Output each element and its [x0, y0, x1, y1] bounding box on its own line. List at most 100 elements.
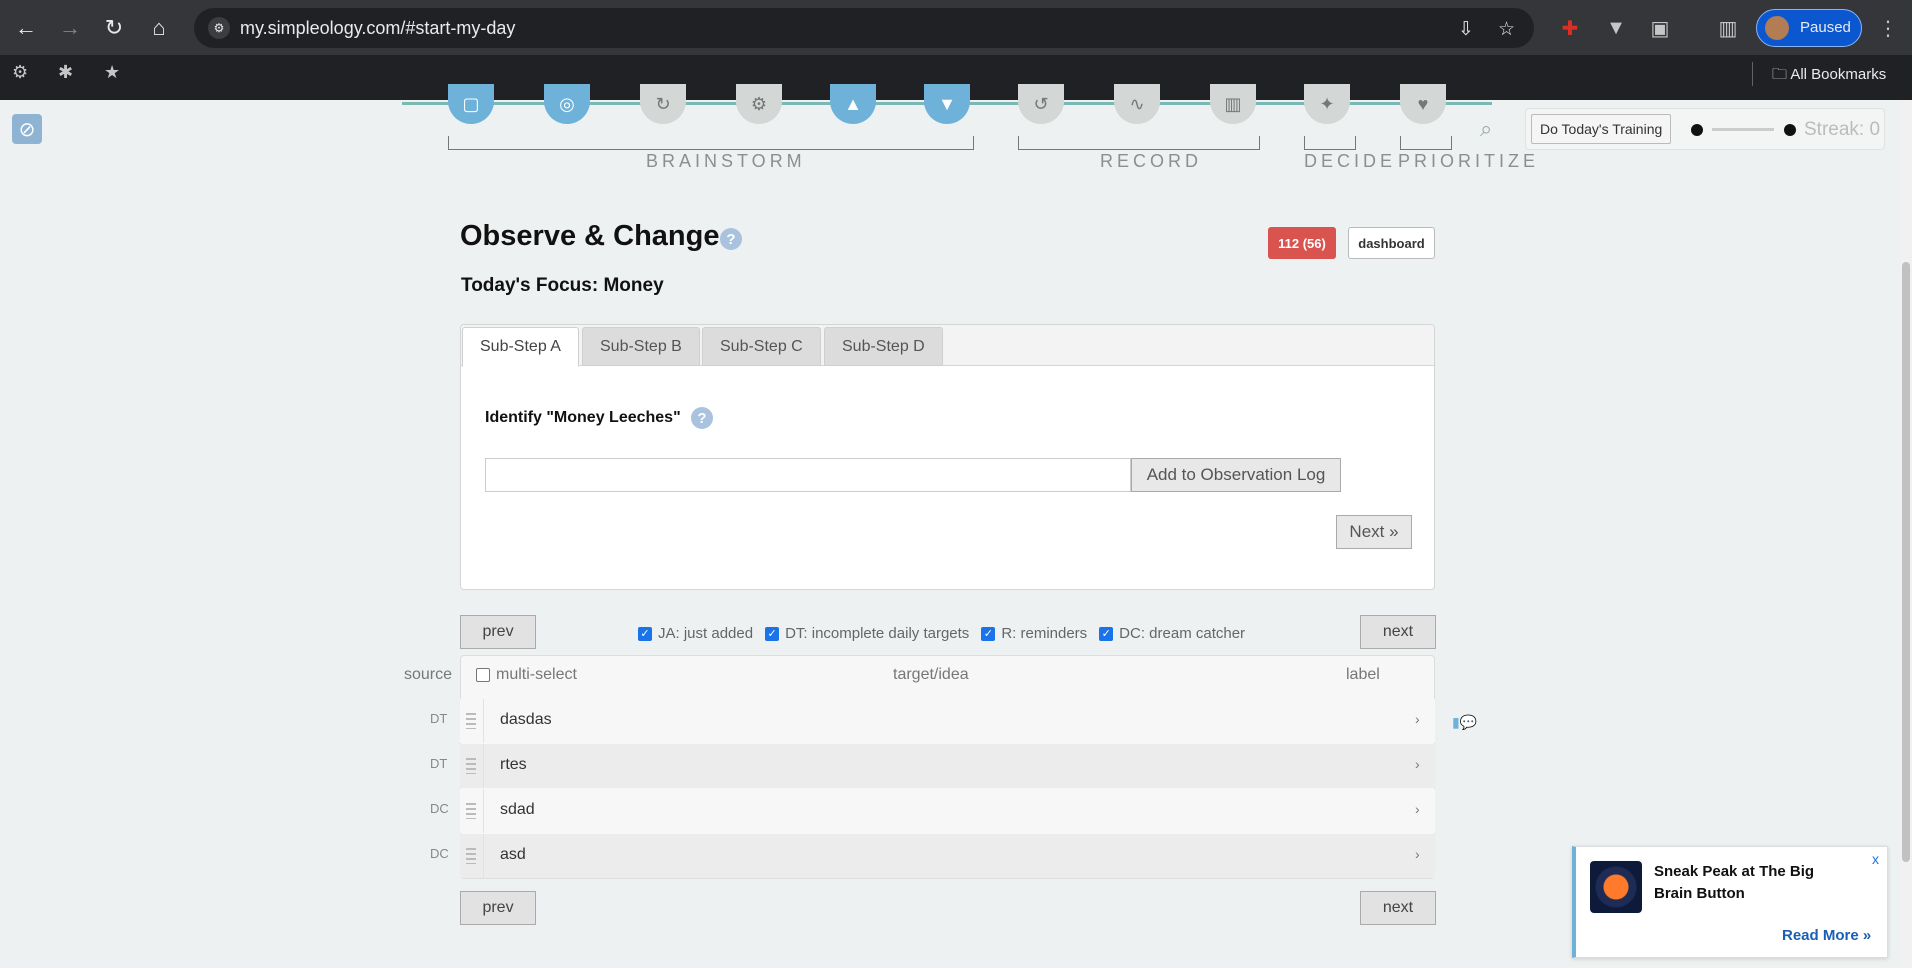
prev-button-top[interactable]: prev [460, 615, 536, 649]
home-icon[interactable]: ⌂ [143, 12, 175, 44]
extension-cross-icon[interactable]: ✚ [1556, 14, 1584, 42]
stage-prioritize[interactable]: PRIORITIZE [1398, 151, 1539, 172]
stage-decide[interactable]: DECIDE [1304, 151, 1396, 172]
step-heading: Identify "Money Leeches" [485, 409, 681, 426]
all-bookmarks-label: All Bookmarks [1790, 66, 1887, 83]
row-source: DC [430, 801, 449, 816]
install-icon[interactable]: ⇩ [1458, 18, 1474, 41]
column-label: label [1346, 666, 1380, 683]
chevron-right-icon[interactable]: › [1415, 846, 1420, 862]
column-source: source [404, 666, 453, 683]
star-icon[interactable]: ☆ [1498, 18, 1515, 41]
step-help-icon[interactable]: ? [691, 407, 713, 429]
extensions-puzzle-icon[interactable]: ▣ [1646, 14, 1674, 42]
streak-label: Streak: 0 [1804, 119, 1881, 140]
forward-icon[interactable]: → [54, 12, 86, 44]
extension-v-icon[interactable]: ▼ [1602, 14, 1630, 42]
dashboard-button[interactable]: dashboard [1348, 227, 1435, 259]
row-divider [483, 834, 484, 878]
drag-handle-icon[interactable] [466, 758, 476, 774]
decide-bracket [1304, 136, 1356, 150]
chevron-right-icon[interactable]: › [1415, 801, 1420, 817]
side-panel-icon[interactable]: ▥ [1714, 14, 1742, 42]
checkbox-ja-icon[interactable]: ✓ [638, 626, 652, 641]
next-button-bottom[interactable]: next [1360, 891, 1436, 925]
record-bracket [1018, 136, 1260, 150]
row-text[interactable]: sdad [500, 801, 535, 819]
do-training-button[interactable]: Do Today's Training [1531, 114, 1672, 144]
profile-label: Paused [1800, 19, 1851, 36]
next-step-button[interactable]: Next » [1336, 515, 1412, 549]
row-text[interactable]: rtes [500, 756, 527, 774]
tab-substep-b[interactable]: Sub-Step B [582, 327, 700, 366]
observation-input[interactable] [485, 458, 1131, 492]
filter-ja[interactable]: ✓ JA: just added [638, 625, 753, 642]
tab-substep-a[interactable]: Sub-Step A [462, 327, 579, 367]
menu-icon[interactable]: ⋮ [1874, 14, 1902, 42]
table-row[interactable]: sdad › [460, 789, 1435, 833]
table-row[interactable]: dasdas › [460, 699, 1435, 743]
checkbox-r-icon[interactable]: ✓ [981, 626, 996, 641]
search-icon[interactable]: ⌕ [1480, 116, 1492, 142]
column-multiselect: multi-select [496, 666, 577, 683]
filter-dc-label: DC: dream catcher [1119, 625, 1246, 642]
row-text[interactable]: dasdas [500, 711, 552, 729]
reload-icon[interactable]: ↻ [98, 12, 130, 44]
browser-toolbar: ← → ↻ ⌂ ⚙ my.simpleology.com/#start-my-d… [0, 0, 1912, 55]
prev-button-bottom[interactable]: prev [460, 891, 536, 925]
table-row[interactable]: asd › [460, 834, 1435, 878]
add-to-log-button[interactable]: Add to Observation Log [1131, 458, 1341, 492]
filter-r-label: R: reminders [1001, 625, 1088, 642]
drag-handle-icon[interactable] [466, 848, 476, 864]
multi-select-header[interactable]: multi-select [476, 666, 577, 684]
bookmark-star-icon[interactable]: ★ [104, 62, 120, 83]
drag-handle-icon[interactable] [466, 713, 476, 729]
brainstorm-bracket [448, 136, 974, 150]
streak-track [1712, 128, 1774, 131]
tab-substep-d[interactable]: Sub-Step D [824, 327, 943, 366]
filter-dt[interactable]: ✓ DT: incomplete daily targets [765, 625, 969, 642]
address-bar[interactable]: ⚙ my.simpleology.com/#start-my-day ⇩ ☆ [194, 8, 1534, 48]
filter-bar: ✓ JA: just added ✓ DT: incomplete daily ta… [638, 625, 1245, 642]
bookmark-settings-icon[interactable]: ⚙ [12, 62, 28, 83]
row-divider [483, 744, 484, 788]
filter-dc[interactable]: ✓ DC: dream catcher [1099, 625, 1245, 642]
all-bookmarks[interactable]: 🗀 All Bookmarks [1772, 64, 1886, 89]
filter-dt-label: DT: incomplete daily targets [785, 625, 970, 642]
table-row[interactable]: rtes › [460, 744, 1435, 788]
site-info-icon[interactable]: ⚙ [208, 17, 230, 39]
scrollbar-thumb[interactable] [1902, 262, 1910, 862]
tab-substep-c[interactable]: Sub-Step C [702, 327, 821, 366]
multi-select-checkbox[interactable] [476, 668, 490, 682]
chevron-right-icon[interactable]: › [1415, 756, 1420, 772]
avatar [1765, 16, 1789, 40]
substep-panel: Sub-Step A Sub-Step B Sub-Step C Sub-Ste… [460, 324, 1435, 590]
url-text[interactable]: my.simpleology.com/#start-my-day [240, 18, 515, 39]
filter-ja-label: JA: just added [658, 625, 754, 642]
row-source: DT [430, 711, 448, 726]
promo-popup: Sneak Peak at The Big Brain Button x Rea… [1572, 846, 1888, 958]
checkbox-dt-icon[interactable]: ✓ [765, 626, 780, 641]
folder-icon: 🗀 [1772, 66, 1791, 83]
back-icon[interactable]: ← [10, 12, 42, 44]
profile-button[interactable]: Paused [1756, 9, 1862, 47]
count-badge[interactable]: 112 (56) [1268, 227, 1336, 259]
simpleology-logo-icon[interactable]: ⊘ [12, 114, 42, 144]
title-help-icon[interactable]: ? [720, 228, 742, 250]
row-text[interactable]: asd [500, 846, 526, 864]
read-more-link[interactable]: Read More » [1782, 927, 1871, 944]
stage-brainstorm[interactable]: BRAINSTORM [646, 151, 806, 172]
checkbox-dc-icon[interactable]: ✓ [1099, 626, 1114, 641]
tab-bar: Sub-Step A Sub-Step B Sub-Step C Sub-Ste… [461, 325, 1434, 367]
stage-record[interactable]: RECORD [1100, 151, 1202, 172]
bookmark-extension-icon[interactable]: ✱ [58, 62, 73, 83]
comment-icon[interactable]: ▮💬 [1452, 714, 1482, 732]
streak-dot-left [1691, 124, 1703, 136]
row-source: DC [430, 846, 449, 861]
close-icon[interactable]: x [1872, 851, 1879, 867]
chevron-right-icon[interactable]: › [1415, 711, 1420, 727]
next-button-top[interactable]: next [1360, 615, 1436, 649]
drag-handle-icon[interactable] [466, 803, 476, 819]
filter-r[interactable]: ✓ R: reminders [981, 625, 1087, 642]
big-brain-button-image [1590, 861, 1642, 913]
